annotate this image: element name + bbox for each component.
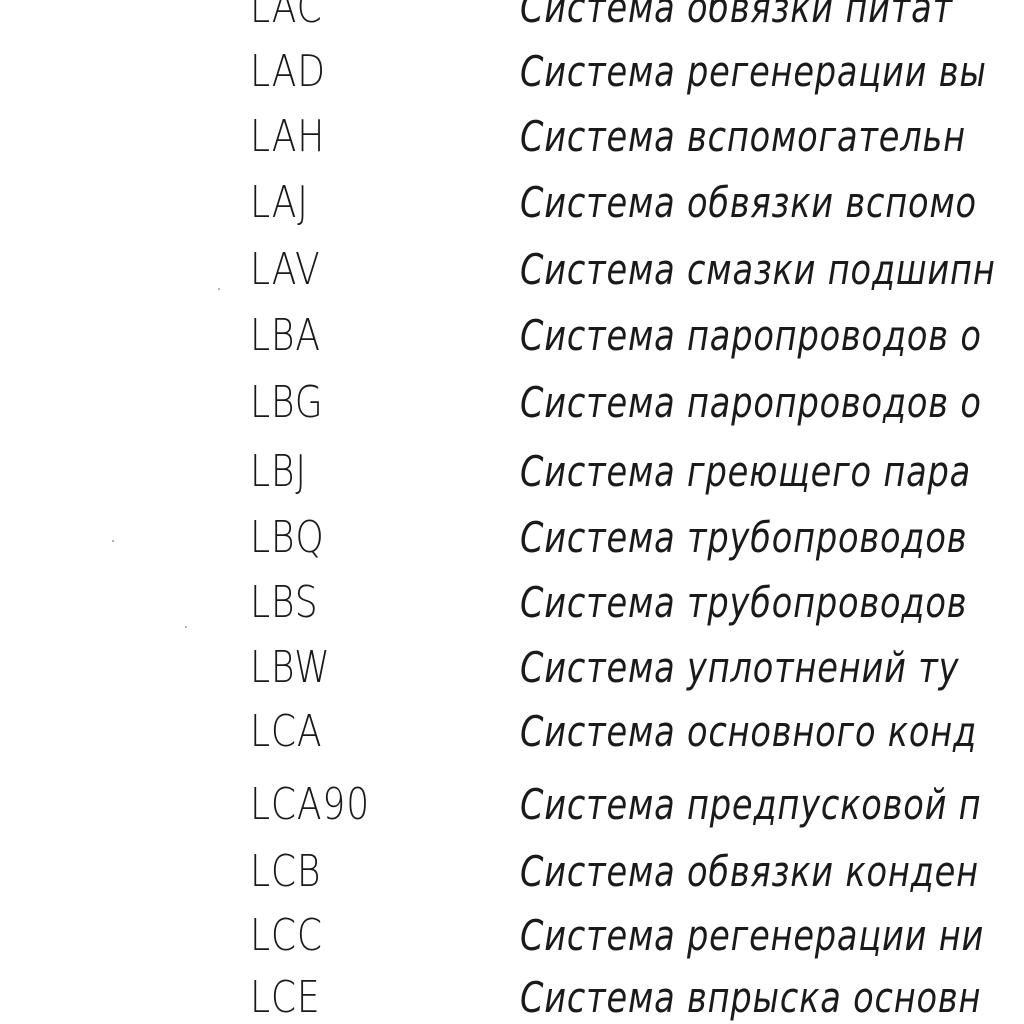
system-list-row: LAV Система смазки подшипн xyxy=(0,240,1024,300)
system-description: Система основного конд xyxy=(520,707,978,756)
scanned-document-page: LAC Система обвязки питат LAD Система ре… xyxy=(0,0,1024,1024)
system-description: Система предпусковой п xyxy=(520,780,982,829)
system-code: LAV xyxy=(250,244,321,295)
system-description: Система обвязки вспомо xyxy=(520,178,977,227)
system-description: Система трубопроводов xyxy=(520,578,968,627)
system-list-row: LAC Система обвязки питат xyxy=(0,0,1024,38)
system-list-row: LAH Система вспомогательн xyxy=(0,107,1024,167)
system-description: Система греющего пара xyxy=(520,447,972,496)
system-code: LCA90 xyxy=(250,779,370,830)
system-description: Система смазки подшипн xyxy=(520,245,996,294)
system-list-row: LBQ Система трубопроводов xyxy=(0,508,1024,568)
system-list-row: LBA Система паропроводов о xyxy=(0,306,1024,366)
scan-speck xyxy=(112,540,114,542)
system-description: Система паропроводов о xyxy=(520,378,982,427)
system-description: Система обвязки конден xyxy=(520,847,979,896)
scan-speck xyxy=(185,626,187,628)
system-list-row: LCE Система впрыска основн xyxy=(0,968,1024,1024)
system-code: LCB xyxy=(250,846,322,897)
system-list-row: LBW Система уплотнений ту xyxy=(0,638,1024,698)
system-code: LBS xyxy=(250,577,319,628)
system-description: Система вспомогательн xyxy=(520,112,966,161)
system-list-row: LAD Система регенерации вы xyxy=(0,42,1024,102)
system-code: LCC xyxy=(250,910,323,961)
system-code: LAH xyxy=(250,111,326,162)
system-list-row: LCB Система обвязки конден xyxy=(0,842,1024,902)
system-description: Система обвязки питат xyxy=(520,0,953,32)
system-code: LAD xyxy=(250,46,326,97)
system-code: LBQ xyxy=(250,512,325,563)
system-code: LBG xyxy=(250,377,324,428)
system-description: Система уплотнений ту xyxy=(520,643,960,692)
system-list-row: LBJ Система греющего пара xyxy=(0,442,1024,502)
system-list-row: LCA90 Система предпусковой п xyxy=(0,775,1024,835)
system-code: LAJ xyxy=(250,177,309,228)
system-description: Система регенерации ни xyxy=(520,911,985,960)
system-code: LCE xyxy=(250,972,321,1023)
scan-speck xyxy=(218,288,220,290)
system-list-row: LBG Система паропроводов о xyxy=(0,373,1024,433)
system-code: LBA xyxy=(250,310,321,361)
system-description: Система регенерации вы xyxy=(520,47,987,96)
system-code: LBW xyxy=(250,642,331,693)
system-code: LCA xyxy=(250,706,323,757)
system-list-row: LAJ Система обвязки вспомо xyxy=(0,173,1024,233)
system-list-row: LBS Система трубопроводов xyxy=(0,573,1024,633)
system-description: Система впрыска основн xyxy=(520,973,982,1022)
system-list-row: LCA Система основного конд xyxy=(0,702,1024,762)
system-code: LBJ xyxy=(250,446,307,497)
system-code: LAC xyxy=(250,0,323,33)
system-description: Система паропроводов о xyxy=(520,311,982,360)
system-list-row: LCC Система регенерации ни xyxy=(0,906,1024,966)
system-description: Система трубопроводов xyxy=(520,513,968,562)
